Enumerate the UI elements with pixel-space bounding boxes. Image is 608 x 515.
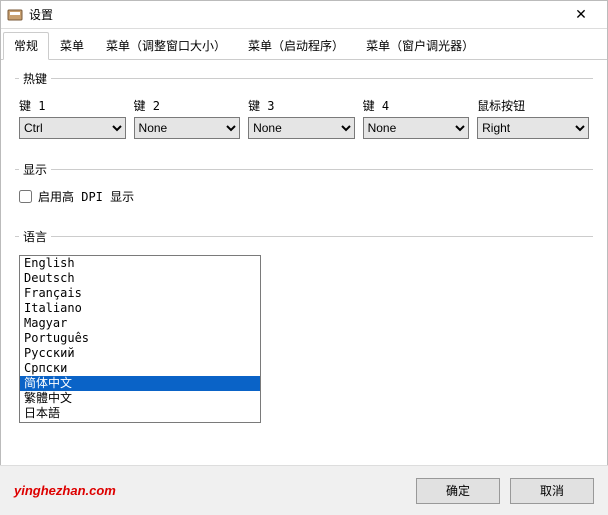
group-hotkeys-legend: 热键 (19, 70, 51, 87)
list-item[interactable]: 简体中文 (20, 376, 260, 391)
key2-select[interactable]: None (134, 117, 241, 139)
tab-content: 热键 键 1 Ctrl 键 2 None 键 3 None (1, 60, 607, 455)
tab-menu-dimmer[interactable]: 菜单（窗户调光器） (355, 32, 485, 60)
group-language: 语言 English Deutsch Français Italiano Mag… (15, 228, 593, 437)
group-display: 显示 启用高 DPI 显示 (15, 161, 593, 220)
mouse-label: 鼠标按钮 (477, 97, 589, 114)
dpi-text: 启用高 DPI 显示 (38, 188, 134, 205)
titlebar: 设置 ✕ (1, 1, 607, 29)
close-button[interactable]: ✕ (561, 1, 601, 28)
key2-label: 键 2 (134, 97, 241, 114)
tab-general[interactable]: 常规 (3, 32, 49, 60)
tab-menu-launch[interactable]: 菜单（启动程序） (237, 32, 355, 60)
mouse-select[interactable]: Right (477, 117, 589, 139)
key1-label: 键 1 (19, 97, 126, 114)
key4-select[interactable]: None (363, 117, 470, 139)
list-item[interactable]: Português (20, 331, 260, 346)
app-icon (7, 7, 23, 23)
list-item[interactable]: Français (20, 286, 260, 301)
key3-select[interactable]: None (248, 117, 355, 139)
cancel-button[interactable]: 取消 (510, 478, 594, 504)
list-item[interactable]: 日本語 (20, 406, 260, 421)
ok-button[interactable]: 确定 (416, 478, 500, 504)
group-hotkeys: 热键 键 1 Ctrl 键 2 None 键 3 None (15, 70, 593, 153)
list-item[interactable]: Српски (20, 361, 260, 376)
group-display-legend: 显示 (19, 161, 51, 178)
tab-menu-resize[interactable]: 菜单（调整窗口大小） (95, 32, 237, 60)
brand-text: yinghezhan.com (14, 483, 406, 498)
group-language-legend: 语言 (19, 228, 51, 245)
key1-select[interactable]: Ctrl (19, 117, 126, 139)
list-item[interactable]: 繁體中文 (20, 391, 260, 406)
tab-menu[interactable]: 菜单 (49, 32, 95, 60)
tab-strip: 常规 菜单 菜单（调整窗口大小） 菜单（启动程序） 菜单（窗户调光器） (1, 29, 607, 60)
list-item[interactable]: Deutsch (20, 271, 260, 286)
window-title: 设置 (29, 6, 561, 23)
list-item[interactable]: Magyar (20, 316, 260, 331)
key3-label: 键 3 (248, 97, 355, 114)
language-list[interactable]: English Deutsch Français Italiano Magyar… (19, 255, 261, 423)
dpi-checkbox-label[interactable]: 启用高 DPI 显示 (19, 188, 134, 205)
footer: yinghezhan.com 确定 取消 (0, 465, 608, 515)
list-item[interactable]: English (20, 256, 260, 271)
list-item[interactable]: Italiano (20, 301, 260, 316)
dpi-checkbox[interactable] (19, 190, 32, 203)
key4-label: 键 4 (363, 97, 470, 114)
list-item[interactable]: Русский (20, 346, 260, 361)
